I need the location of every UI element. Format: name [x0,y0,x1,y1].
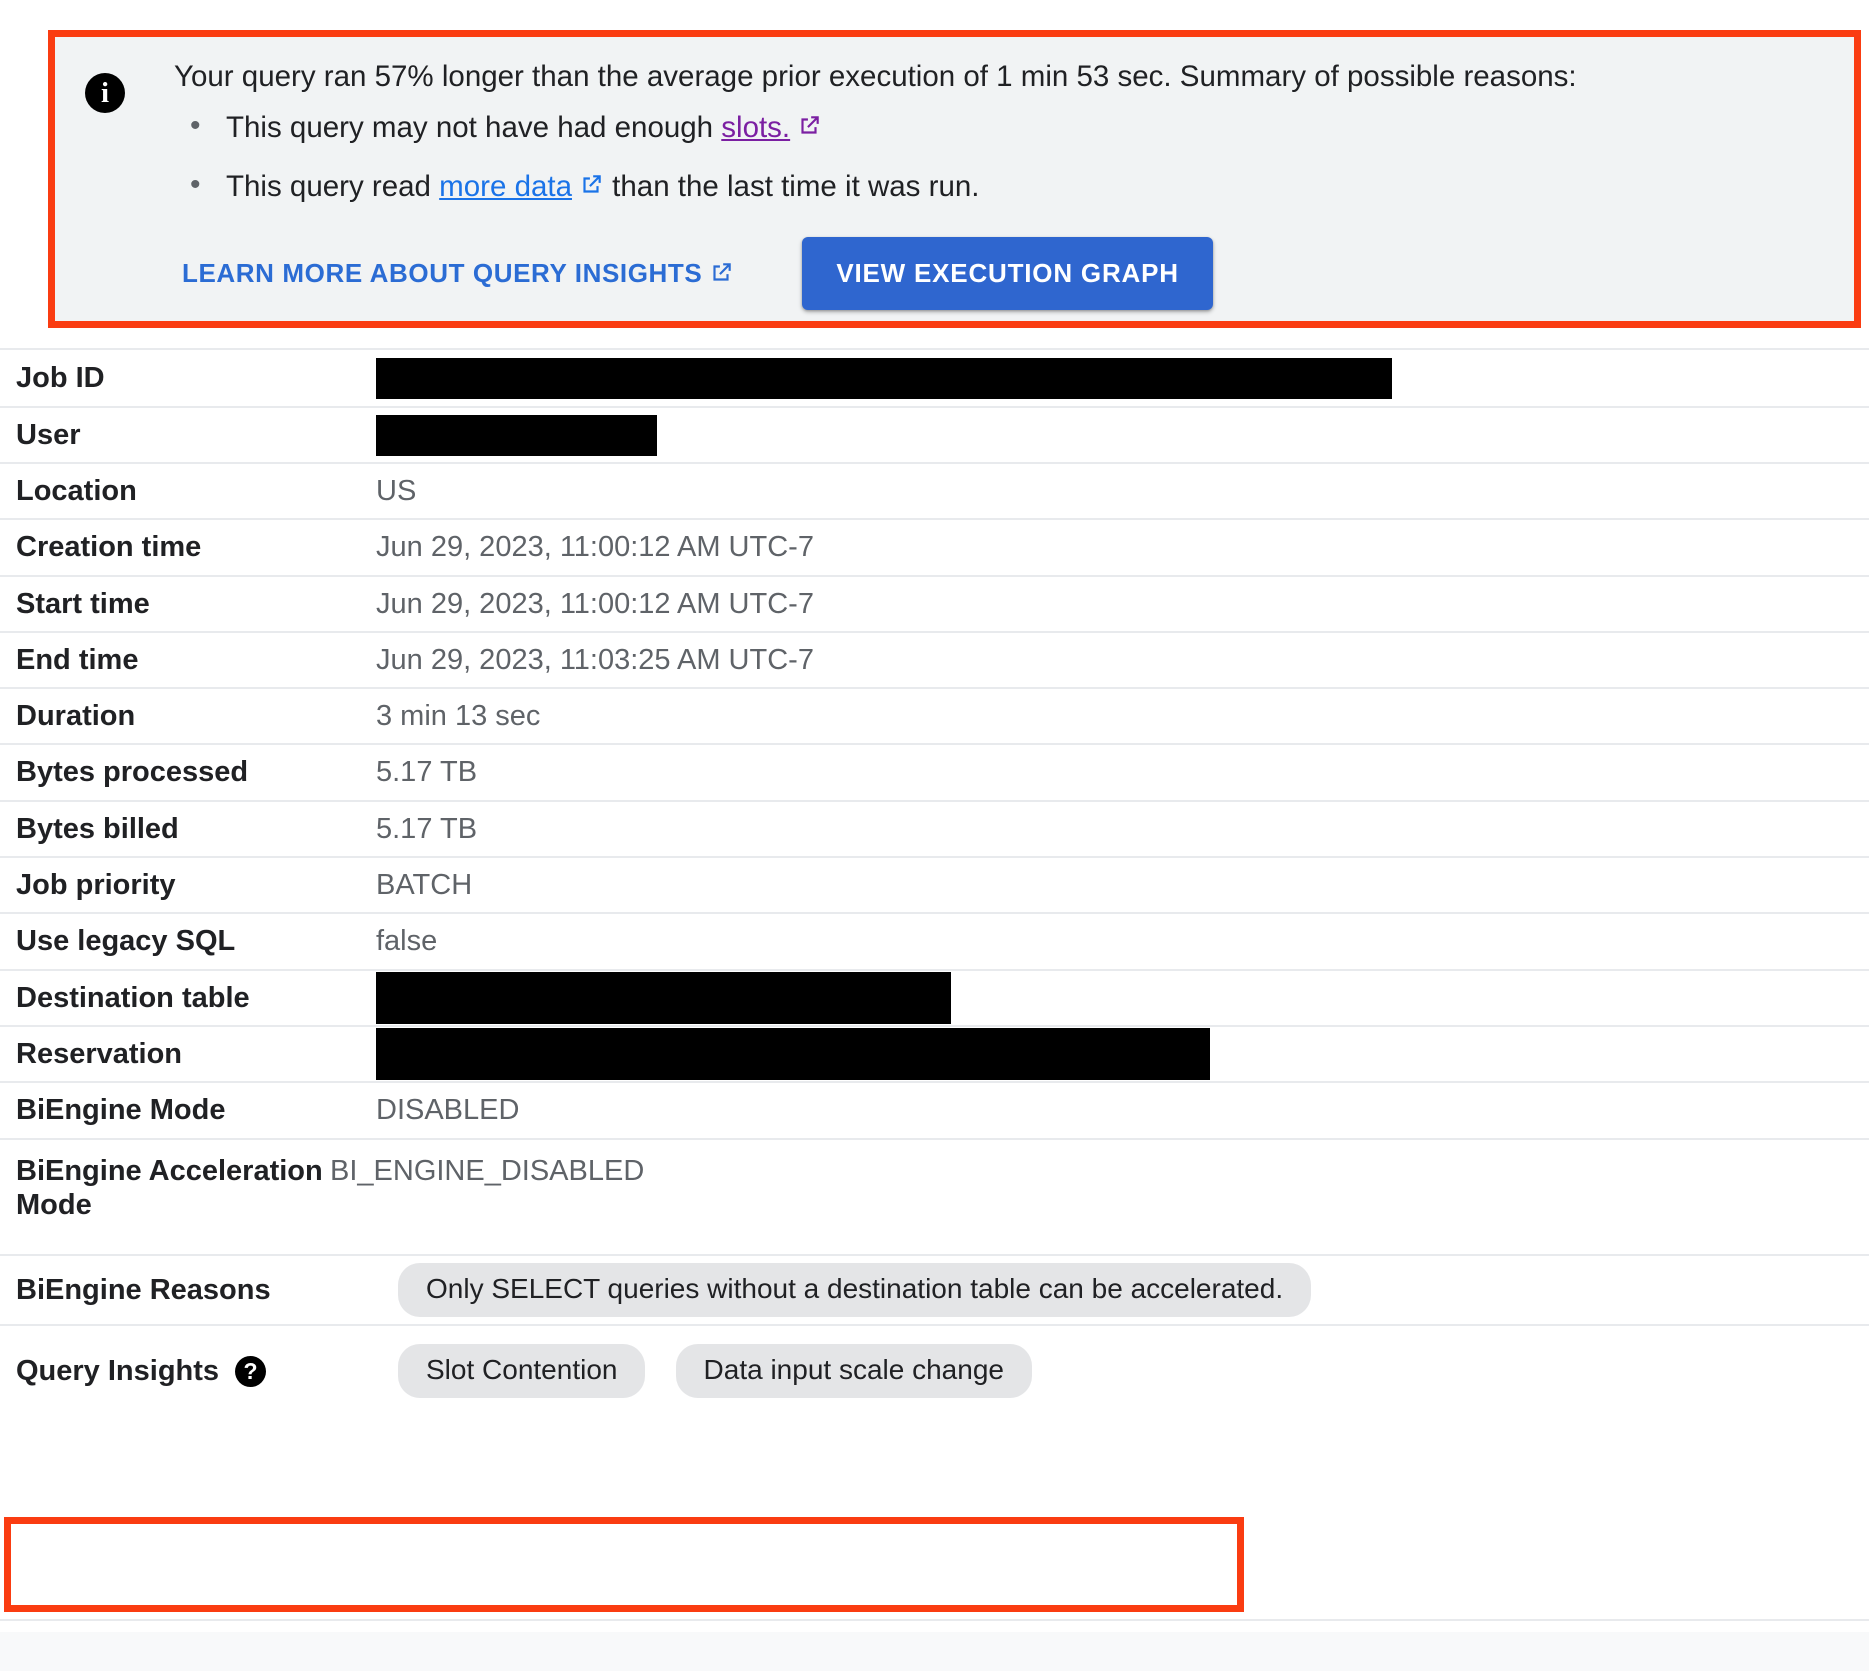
row-value: false [376,925,438,958]
row-label: Bytes processed [16,756,249,789]
row-label: End time [16,643,139,676]
row-label: Duration [16,699,136,732]
row-label: User [16,418,81,451]
query-insights-label: Query Insights [16,1354,220,1387]
table-row: Job ID [0,348,1869,406]
row-value: Jun 29, 2023, 11:00:12 AM UTC-7 [376,587,814,620]
row-label-with-help: Query Insights ? [0,1354,376,1388]
table-row: BiEngine Mode DISABLED [0,1081,1869,1138]
table-row: Location US [0,462,1869,518]
row-value-chips: Slot Contention Data input scale change [376,1343,1869,1399]
table-row: Creation time Jun 29, 2023, 11:00:12 AM … [0,518,1869,575]
row-value: Jun 29, 2023, 11:03:25 AM UTC-7 [376,643,814,676]
banner-highlight-box [48,30,1861,328]
row-value: DISABLED [376,1094,520,1127]
table-row: Bytes billed 5.17 TB [0,800,1869,856]
row-value: BI_ENGINE_DISABLED [330,1155,645,1187]
row-label: Creation time [16,531,202,564]
row-value: 5.17 TB [376,812,478,845]
footer-divider [0,1619,1869,1621]
row-label: Job ID [16,361,105,394]
row-value: BATCH [376,868,473,901]
row-label: Reservation [16,1037,183,1070]
table-row: Reservation [0,1025,1869,1081]
table-row: Start time Jun 29, 2023, 11:00:12 AM UTC… [0,575,1869,631]
table-row: Destination table [0,969,1869,1025]
redaction-bar [376,972,951,1024]
table-row: Use legacy SQL false [0,912,1869,969]
row-label: Start time [16,587,150,620]
row-label: Bytes billed [16,812,179,845]
footer-band [0,1632,1869,1671]
redaction-bar [376,357,1392,399]
query-insights-highlight-box [4,1517,1244,1612]
query-insights-banner-region: i Your query ran 57% longer than the ave… [0,0,1869,345]
row-label: Destination table [16,981,250,1014]
job-details-table: Job ID User Location US Creation time Ju… [0,348,1869,1416]
row-value: US [376,474,417,507]
row-value: Jun 29, 2023, 11:00:12 AM UTC-7 [376,531,814,564]
redaction-bar [376,414,657,456]
query-insight-chip[interactable]: Slot Contention [398,1343,646,1399]
row-label: BiEngine Mode [16,1094,226,1127]
table-row: BiEngine Reasons Only SELECT queries wit… [0,1254,1869,1324]
row-label: Location [16,474,137,507]
row-label: BiEngine Acceleration Mode [16,1155,323,1222]
table-row: Duration 3 min 13 sec [0,687,1869,743]
table-row: End time Jun 29, 2023, 11:03:25 AM UTC-7 [0,631,1869,687]
row-value-redacted [376,414,1869,456]
row-label: Use legacy SQL [16,925,236,958]
redaction-bar [376,1028,1210,1080]
table-row: Query Insights ? Slot Contention Data in… [0,1324,1869,1416]
row-value-redacted [376,972,1869,1024]
row-value: 3 min 13 sec [376,699,541,732]
table-row: Bytes processed 5.17 TB [0,743,1869,800]
row-value-chips: Only SELECT queries without a destinatio… [376,1262,1869,1318]
biengine-reason-chip: Only SELECT queries without a destinatio… [398,1262,1312,1318]
help-icon[interactable]: ? [235,1355,267,1387]
row-label: BiEngine Reasons [16,1273,271,1306]
table-row: BiEngine Acceleration Mode BI_ENGINE_DIS… [0,1138,1869,1254]
row-value-redacted [376,1028,1869,1080]
row-label: Job priority [16,868,176,901]
row-value-redacted [376,357,1869,399]
table-row: User [0,406,1869,462]
row-value: 5.17 TB [376,756,478,789]
query-insight-chip[interactable]: Data input scale change [675,1343,1032,1399]
table-row: Job priority BATCH [0,856,1869,912]
